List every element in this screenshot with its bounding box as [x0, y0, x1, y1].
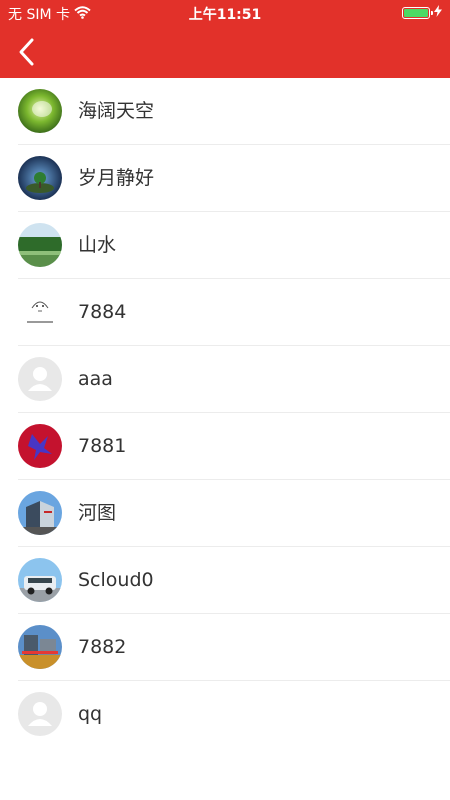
user-list: 海阔天空 岁月静好 山水 7884 aaa 7881 河图 Scloud0 78…	[0, 78, 450, 748]
user-name: 7882	[78, 636, 127, 658]
charging-icon	[434, 5, 442, 21]
clock: 上午11:51	[188, 7, 262, 23]
list-item[interactable]: qq	[0, 681, 450, 748]
user-name: 海阔天空	[78, 100, 155, 122]
avatar	[18, 424, 62, 468]
avatar	[18, 223, 62, 267]
user-name: 山水	[78, 234, 117, 256]
avatar	[18, 357, 62, 401]
user-name: 7881	[78, 435, 127, 457]
user-name: 7884	[78, 301, 127, 323]
list-item[interactable]: 7881	[0, 413, 450, 480]
avatar	[18, 290, 62, 334]
list-item[interactable]: 7882	[0, 614, 450, 681]
user-name: 河图	[78, 502, 117, 524]
avatar	[18, 625, 62, 669]
chevron-left-icon	[19, 38, 34, 66]
status-right	[402, 5, 442, 21]
avatar	[18, 692, 62, 736]
user-name: Scloud0	[78, 569, 154, 591]
avatar	[18, 491, 62, 535]
list-item[interactable]: 河图	[0, 480, 450, 547]
battery-icon	[402, 7, 433, 19]
list-item[interactable]: 7884	[0, 279, 450, 346]
avatar	[18, 558, 62, 602]
back-button[interactable]	[12, 36, 44, 68]
avatar	[18, 89, 62, 133]
user-name: aaa	[78, 368, 113, 390]
list-item[interactable]: 海阔天空	[0, 78, 450, 145]
list-item[interactable]: Scloud0	[0, 547, 450, 614]
list-item[interactable]: 岁月静好	[0, 145, 450, 212]
list-item[interactable]: 山水	[0, 212, 450, 279]
status-bar: 无 SIM 卡 上午11:51	[0, 0, 450, 26]
user-name: qq	[78, 703, 103, 725]
list-item[interactable]: aaa	[0, 346, 450, 413]
avatar	[18, 156, 62, 200]
nav-bar	[0, 26, 450, 78]
user-name: 岁月静好	[78, 167, 155, 189]
